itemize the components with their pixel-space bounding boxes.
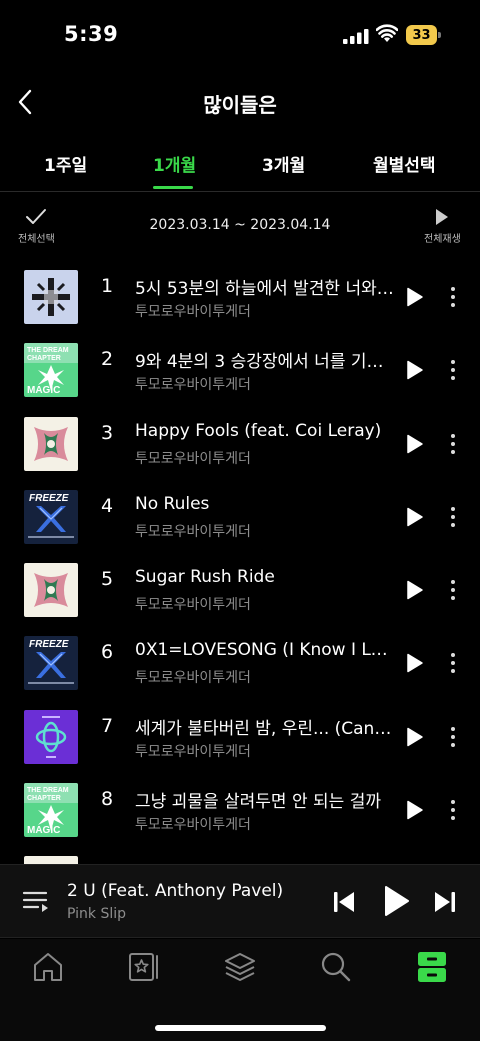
page-header: 많이들은 [0, 78, 480, 128]
more-options-icon[interactable] [444, 579, 462, 601]
song-rank: 5 [100, 568, 114, 591]
song-artist: 투모로우바이투게더 [135, 597, 251, 614]
song-title: Happy Fools (feat. Coi Leray) [135, 420, 382, 441]
song-title: 9와 4분의 3 승강장에서 너를 기다려 [135, 352, 395, 373]
more-options-icon[interactable] [444, 799, 462, 821]
now-playing-bar[interactable]: 2 U (Feat. Anthony Pavel) Pink Slip [0, 864, 480, 938]
more-options-icon[interactable] [444, 359, 462, 381]
song-artist: 투모로우바이투게더 [135, 817, 251, 834]
more-options-icon[interactable] [444, 433, 462, 455]
song-row[interactable]: FREEZE 6 0X1=LOVESONG (I Know I Love You) 투… [0, 626, 480, 699]
tab-monthly-select[interactable]: 월별선택 [373, 151, 436, 176]
storage-icon[interactable] [415, 950, 449, 984]
song-title: 세계가 불타버린 밤, 우린... (Can't You See Me?) [135, 718, 395, 739]
song-row[interactable]: FREEZE 4 No Rules 투모로우바이투게더 [0, 480, 480, 553]
song-title: No Rules [135, 493, 210, 514]
page-title: 많이들은 [203, 93, 277, 117]
song-row[interactable]: 1 5시 53분의 하늘에서 발견한 너와 나투모로우바이투게더 [0, 260, 480, 333]
svg-text:MAGIC: MAGIC [27, 385, 60, 396]
period-tabs: 1주일 1개월 3개월 월별선택 [0, 138, 480, 192]
song-artist: 투모로우바이투게더 [135, 450, 251, 467]
play-icon[interactable] [406, 800, 424, 820]
play-icon [436, 209, 449, 225]
song-row[interactable]: 3 Happy Fools (feat. Coi Leray) 투모로우바이투게더 [0, 407, 480, 480]
play-icon[interactable] [406, 653, 424, 673]
song-rank: 6 [100, 641, 114, 664]
date-range: 2023.03.14 ~ 2023.04.14 [149, 217, 331, 233]
cellular-signal-icon [343, 29, 369, 44]
song-row[interactable]: 5 Sugar Rush Ride 투모로우바이투게더 [0, 553, 480, 626]
song-title: 0X1=LOVESONG (I Know I Love You) [135, 640, 395, 661]
play-pause-icon[interactable] [384, 885, 410, 917]
svg-text:MAGIC: MAGIC [27, 825, 60, 836]
next-track-icon[interactable] [434, 890, 456, 914]
tab-3-months[interactable]: 3개월 [262, 151, 305, 176]
now-playing-title: 2 U (Feat. Anthony Pavel) [67, 881, 284, 901]
song-rank: 7 [100, 714, 114, 737]
play-icon[interactable] [406, 580, 424, 600]
play-icon[interactable] [406, 727, 424, 747]
layers-icon[interactable] [223, 950, 257, 984]
song-rank: 8 [100, 788, 114, 811]
song-rank: 2 [100, 348, 114, 371]
active-tab-indicator [153, 186, 193, 189]
queue-icon[interactable] [22, 889, 50, 915]
song-artist: 투모로우바이투게더 [135, 670, 251, 687]
play-icon[interactable] [406, 507, 424, 527]
song-title: 5시 53분의 하늘에서 발견한 너와 나 [135, 279, 395, 299]
song-row[interactable]: THE DREAM CHAPTER MAGIC 2 9와 4분의 3 승강장에서 너를 … [0, 333, 480, 406]
song-rank: 3 [100, 421, 114, 444]
song-row[interactable]: 7 세계가 불타버린 밤, 우린... (Can't You See Me?) 투모… [0, 700, 480, 773]
song-rank: 1 [100, 275, 114, 297]
playlist-icon[interactable] [127, 950, 161, 984]
song-row[interactable]: THE DREAM CHAPTER MAGIC 8 그냥 괴물을 살려두면 안 되는 걸… [0, 773, 480, 846]
wifi-icon [376, 24, 398, 42]
album-cover: THE DREAM CHAPTER MAGIC [24, 343, 78, 398]
tab-1-week[interactable]: 1주일 [44, 151, 87, 176]
album-cover: FREEZE [24, 636, 78, 691]
song-artist: 투모로우바이투게더 [135, 304, 251, 320]
song-list: 1 5시 53분의 하늘에서 발견한 너와 나 투모로우바이투게더 THE DREAM… [0, 260, 480, 920]
song-artist: 투모로우바이투게더 [135, 743, 251, 760]
svg-text:CHAPTER: CHAPTER [27, 795, 61, 802]
more-options-icon[interactable] [444, 726, 462, 748]
album-cover: FREEZE [24, 489, 78, 544]
home-icon[interactable] [31, 950, 65, 984]
play-icon[interactable] [406, 287, 424, 307]
more-options-icon[interactable] [444, 652, 462, 674]
more-options-icon[interactable] [444, 286, 462, 308]
now-playing-artist: Pink Slip [67, 906, 127, 922]
status-bar: 5:39 33 [0, 0, 480, 70]
play-all-label: 전체재생 [424, 234, 461, 245]
svg-text:THE DREAM: THE DREAM [27, 347, 69, 354]
album-cover: THE DREAM CHAPTER MAGIC [24, 783, 78, 838]
song-artist: 투모로우바이투게더 [135, 377, 251, 394]
svg-text:FREEZE: FREEZE [29, 493, 69, 504]
svg-text:THE DREAM: THE DREAM [27, 787, 69, 794]
home-indicator [155, 1025, 326, 1031]
previous-track-icon[interactable] [333, 890, 355, 914]
svg-text:CHAPTER: CHAPTER [27, 355, 61, 362]
battery-icon: 33 [406, 25, 441, 45]
play-icon[interactable] [406, 360, 424, 380]
battery-level: 33 [406, 25, 437, 45]
song-rank: 4 [100, 494, 114, 517]
status-time: 5:39 [64, 22, 119, 46]
song-artist: 투모로우바이투게더 [135, 523, 251, 540]
play-all-button[interactable]: 전체재생 [424, 208, 461, 245]
play-icon[interactable] [406, 434, 424, 454]
search-icon[interactable] [319, 950, 353, 984]
more-options-icon[interactable] [444, 506, 462, 528]
svg-text:FREEZE: FREEZE [29, 639, 69, 650]
album-cover [24, 709, 78, 764]
album-cover [24, 563, 78, 618]
album-cover [24, 416, 78, 471]
song-title: Sugar Rush Ride [135, 567, 275, 588]
list-toolbar: 전체선택 2023.03.14 ~ 2023.04.14 전체재생 [0, 200, 480, 256]
album-cover [24, 270, 78, 324]
tab-1-month[interactable]: 1개월 [153, 151, 196, 176]
song-title: 그냥 괴물을 살려두면 안 되는 걸까 [135, 792, 381, 813]
